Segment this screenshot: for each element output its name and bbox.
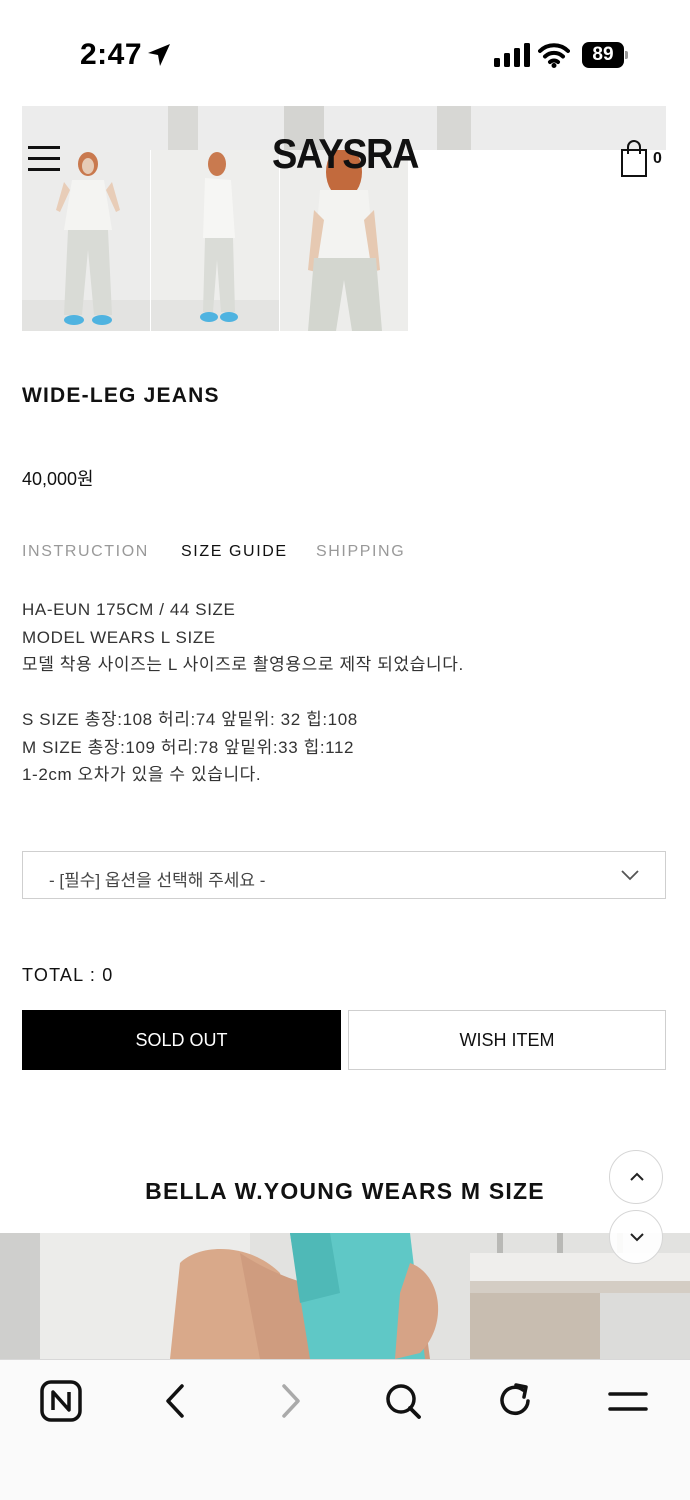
chevron-down-icon (621, 868, 639, 886)
scroll-bottom-button[interactable] (609, 1210, 663, 1264)
chevron-down-icon (630, 1233, 644, 1242)
scroll-top-button[interactable] (609, 1150, 663, 1204)
tab-shipping[interactable]: SHIPPING (316, 543, 405, 561)
size-guide-line (22, 679, 662, 707)
search-icon[interactable] (380, 1378, 430, 1428)
wish-item-button[interactable]: WISH ITEM (348, 1010, 666, 1070)
site-header: SAYSRA 0 (0, 106, 690, 206)
browser-toolbar (0, 1359, 690, 1500)
cellular-signal-icon (494, 43, 530, 72)
shopping-bag-icon[interactable] (620, 140, 648, 183)
chevron-up-icon (630, 1172, 644, 1181)
menu-icon[interactable] (605, 1378, 655, 1428)
battery-icon: 89 (582, 42, 628, 68)
size-guide-line: M SIZE 총장:109 허리:78 앞밑위:33 힙:112 (22, 737, 355, 757)
product-price: 40,000원 (22, 469, 94, 489)
option-select[interactable]: - [필수] 옵션을 선택해 주세요 - (22, 851, 666, 899)
product-title: WIDE-LEG JEANS (22, 384, 220, 407)
battery-level: 89 (582, 42, 624, 68)
tab-size-guide[interactable]: SIZE GUIDE (181, 543, 288, 561)
location-arrow-icon (146, 42, 172, 73)
size-guide-line: 모델 착용 사이즈는 L 사이즈로 촬영용으로 제작 되었습니다. (22, 655, 464, 674)
tab-instruction[interactable]: INSTRUCTION (22, 543, 149, 561)
size-guide-line: HA-EUN 175CM / 44 SIZE (22, 600, 236, 619)
sold-out-button[interactable]: SOLD OUT (22, 1010, 341, 1070)
wifi-icon (538, 42, 570, 73)
size-guide-content: HA-EUN 175CM / 44 SIZE MODEL WEARS L SIZ… (22, 596, 662, 789)
cart-count: 0 (653, 150, 662, 167)
size-guide-line: S SIZE 총장:108 허리:74 앞밑위: 32 힙:108 (22, 710, 358, 729)
option-select-value: - [필수] 옵션을 선택해 주세요 - (49, 871, 266, 890)
size-guide-line: 1-2cm 오차가 있을 수 있습니다. (22, 765, 262, 784)
forward-arrow-icon[interactable] (266, 1378, 316, 1428)
size-guide-line: MODEL WEARS L SIZE (22, 627, 216, 647)
section-title: BELLA W.YOUNG WEARS M SIZE (145, 1178, 545, 1204)
status-time: 2:47 (80, 38, 143, 71)
refresh-icon[interactable] (492, 1378, 542, 1428)
hamburger-menu-icon[interactable] (28, 146, 60, 172)
status-bar: 2:47 89 (0, 0, 690, 106)
site-logo[interactable]: SAYSRA (270, 132, 420, 179)
total-price: TOTAL : 0 (22, 965, 114, 985)
back-arrow-icon[interactable] (154, 1378, 204, 1428)
model-photo (0, 1233, 690, 1359)
product-info-tabs: INSTRUCTION SIZE GUIDE SHIPPING (22, 543, 522, 565)
naver-n-icon[interactable] (38, 1378, 88, 1428)
